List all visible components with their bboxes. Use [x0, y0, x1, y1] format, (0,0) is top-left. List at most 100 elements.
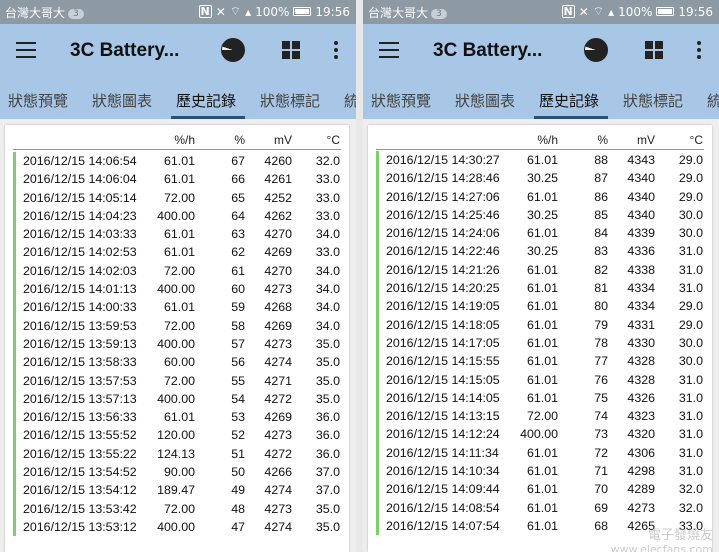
- row-rate: 400.00: [157, 336, 195, 351]
- row-mv: 4261: [264, 172, 292, 187]
- table-row[interactable]: 2016/12/15 13:59:13 400.00 57 4273 35.0: [5, 334, 349, 354]
- table-row[interactable]: 2016/12/15 14:17:05 61.01 78 4330 30.0: [368, 333, 712, 353]
- row-timestamp: 2016/12/15 14:04:23: [23, 208, 137, 223]
- battery-icon: [293, 7, 312, 16]
- row-mv: 4340: [627, 189, 655, 204]
- table-row[interactable]: 2016/12/15 14:01:13 400.00 60 4273 34.0: [5, 280, 349, 299]
- app-bar: 3C Battery...: [363, 24, 719, 79]
- table-row[interactable]: 2016/12/15 13:58:33 60.00 56 4274 35.0: [5, 353, 349, 372]
- row-temp: 30.0: [678, 354, 703, 369]
- row-mv: 4338: [627, 262, 655, 277]
- table-header: %/h % mV °C: [368, 133, 712, 149]
- table-row[interactable]: 2016/12/15 14:10:34 61.01 71 4298 31.0: [368, 462, 712, 481]
- table-row[interactable]: 2016/12/15 13:57:13 400.00 54 4272 35.0: [5, 389, 349, 409]
- table-row[interactable]: 2016/12/15 13:55:22 124.13 51 4272 36.0: [5, 444, 349, 464]
- table-row[interactable]: 2016/12/15 14:11:34 61.01 72 4306 31.0: [368, 443, 712, 463]
- table-row[interactable]: 2016/12/15 14:22:46 30.25 83 4336 31.0: [368, 242, 712, 261]
- row-percent: 79: [594, 317, 608, 332]
- table-row[interactable]: 2016/12/15 14:28:46 30.25 87 4340 29.0: [368, 169, 712, 188]
- table-row[interactable]: 2016/12/15 14:03:33 61.01 63 4270 34.0: [5, 225, 349, 244]
- table-row[interactable]: 2016/12/15 14:18:05 61.01 79 4331 29.0: [368, 315, 712, 334]
- table-row[interactable]: 2016/12/15 14:08:54 61.01 69 4273 32.0: [368, 498, 712, 517]
- grid-view-icon[interactable]: [282, 41, 300, 59]
- row-percent: 62: [231, 245, 245, 260]
- tab-status-overview[interactable]: 狀態預覽: [8, 90, 68, 111]
- table-row[interactable]: 2016/12/15 14:20:25 61.01 81 4334 31.0: [368, 279, 712, 298]
- nfc-icon: N: [198, 5, 212, 18]
- row-percent: 75: [594, 390, 608, 405]
- tab-stats[interactable]: 統: [344, 90, 356, 111]
- table-row[interactable]: 2016/12/15 14:02:03 72.00 61 4270 34.0: [5, 261, 349, 281]
- table-row[interactable]: 2016/12/15 13:55:52 120.00 52 4273 36.0: [5, 426, 349, 445]
- row-rate: 61.01: [526, 354, 558, 369]
- row-timestamp: 2016/12/15 14:13:15: [386, 409, 500, 424]
- row-mv: 4328: [627, 354, 655, 369]
- carrier-name: 台灣大哥大 3: [368, 4, 447, 21]
- tab-history[interactable]: 歷史記錄: [176, 90, 236, 111]
- tab-status-marks[interactable]: 狀態標記: [623, 90, 683, 111]
- table-row[interactable]: 2016/12/15 13:56:33 61.01 53 4269 36.0: [5, 408, 349, 427]
- row-timestamp: 2016/12/15 14:03:33: [23, 227, 137, 242]
- table-row[interactable]: 2016/12/15 14:15:05 61.01 76 4328 31.0: [368, 370, 712, 389]
- more-vert-icon[interactable]: [334, 41, 338, 59]
- tab-status-chart[interactable]: 狀態圖表: [455, 90, 515, 111]
- row-temp: 35.0: [315, 373, 340, 388]
- table-row[interactable]: 2016/12/15 14:06:54 61.01 67 4260 32.0: [5, 152, 349, 171]
- hamburger-menu-icon[interactable]: [379, 42, 399, 58]
- table-row[interactable]: 2016/12/15 14:00:33 61.01 59 4268 34.0: [5, 298, 349, 317]
- table-row[interactable]: 2016/12/15 13:53:42 72.00 48 4273 35.0: [5, 499, 349, 518]
- tab-stats[interactable]: 統: [707, 90, 719, 111]
- table-row[interactable]: 2016/12/15 14:02:53 61.01 62 4269 33.0: [5, 243, 349, 262]
- row-timestamp: 2016/12/15 14:10:34: [386, 464, 500, 479]
- table-row[interactable]: 2016/12/15 14:12:24 400.00 73 4320 31.0: [368, 425, 712, 444]
- table-row[interactable]: 2016/12/15 13:59:53 72.00 58 4269 34.0: [5, 316, 349, 335]
- row-mv: 4252: [264, 190, 292, 205]
- row-temp: 31.0: [678, 445, 703, 460]
- row-mv: 4269: [264, 245, 292, 260]
- more-vert-icon[interactable]: [697, 41, 701, 59]
- grid-view-icon[interactable]: [645, 41, 663, 59]
- hamburger-menu-icon[interactable]: [16, 42, 36, 58]
- row-mv: 4334: [627, 281, 655, 296]
- row-timestamp: 2016/12/15 14:18:05: [386, 317, 500, 332]
- row-percent: 85: [594, 207, 608, 222]
- pie-chart-icon[interactable]: [584, 38, 608, 62]
- table-row[interactable]: 2016/12/15 14:19:05 61.01 80 4334 29.0: [368, 297, 712, 316]
- app-bar: 3C Battery...: [0, 24, 356, 79]
- row-percent: 50: [231, 465, 245, 480]
- table-row[interactable]: 2016/12/15 14:30:27 61.01 88 4343 29.0: [368, 151, 712, 170]
- table-row[interactable]: 2016/12/15 14:15:55 61.01 77 4328 30.0: [368, 352, 712, 371]
- row-marker: [376, 498, 379, 517]
- tab-history[interactable]: 歷史記錄: [539, 90, 599, 111]
- row-timestamp: 2016/12/15 14:12:24: [386, 427, 500, 442]
- nfc-icon: N: [561, 5, 575, 18]
- table-row[interactable]: 2016/12/15 13:53:12 400.00 47 4274 35.0: [5, 517, 349, 537]
- table-row[interactable]: 2016/12/15 14:05:14 72.00 65 4252 33.0: [5, 188, 349, 207]
- row-rate: 72.00: [163, 501, 195, 516]
- row-marker: [13, 170, 16, 189]
- table-row[interactable]: 2016/12/15 14:13:15 72.00 74 4323 31.0: [368, 407, 712, 426]
- table-row[interactable]: 2016/12/15 14:27:06 61.01 86 4340 29.0: [368, 187, 712, 206]
- table-row[interactable]: 2016/12/15 13:54:52 90.00 50 4266 37.0: [5, 463, 349, 482]
- row-percent: 80: [594, 299, 608, 314]
- row-mv: 4273: [264, 428, 292, 443]
- tab-status-marks[interactable]: 狀態標記: [260, 90, 320, 111]
- table-row[interactable]: 2016/12/15 14:09:44 61.01 70 4289 32.0: [368, 480, 712, 499]
- tab-status-chart[interactable]: 狀態圖表: [92, 90, 152, 111]
- table-row[interactable]: 2016/12/15 14:04:23 400.00 64 4262 33.0: [5, 206, 349, 226]
- table-row[interactable]: 2016/12/15 14:24:06 61.01 84 4339 30.0: [368, 224, 712, 243]
- table-row[interactable]: 2016/12/15 14:14:05 61.01 75 4326 31.0: [368, 388, 712, 408]
- row-timestamp: 2016/12/15 13:54:12: [23, 483, 137, 498]
- table-row[interactable]: 2016/12/15 14:21:26 61.01 82 4338 31.0: [368, 260, 712, 280]
- pie-chart-icon[interactable]: [221, 38, 245, 62]
- row-rate: 400.00: [157, 391, 195, 406]
- table-row[interactable]: 2016/12/15 14:25:46 30.25 85 4340 30.0: [368, 205, 712, 225]
- row-temp: 33.0: [315, 245, 340, 260]
- table-row[interactable]: 2016/12/15 14:06:04 61.01 66 4261 33.0: [5, 170, 349, 189]
- row-marker: [376, 462, 379, 481]
- row-marker: [13, 188, 16, 207]
- table-row[interactable]: 2016/12/15 13:54:12 189.47 49 4274 37.0: [5, 481, 349, 500]
- row-percent: 72: [594, 445, 608, 460]
- table-row[interactable]: 2016/12/15 13:57:53 72.00 55 4271 35.0: [5, 371, 349, 390]
- tab-status-overview[interactable]: 狀態預覽: [371, 90, 431, 111]
